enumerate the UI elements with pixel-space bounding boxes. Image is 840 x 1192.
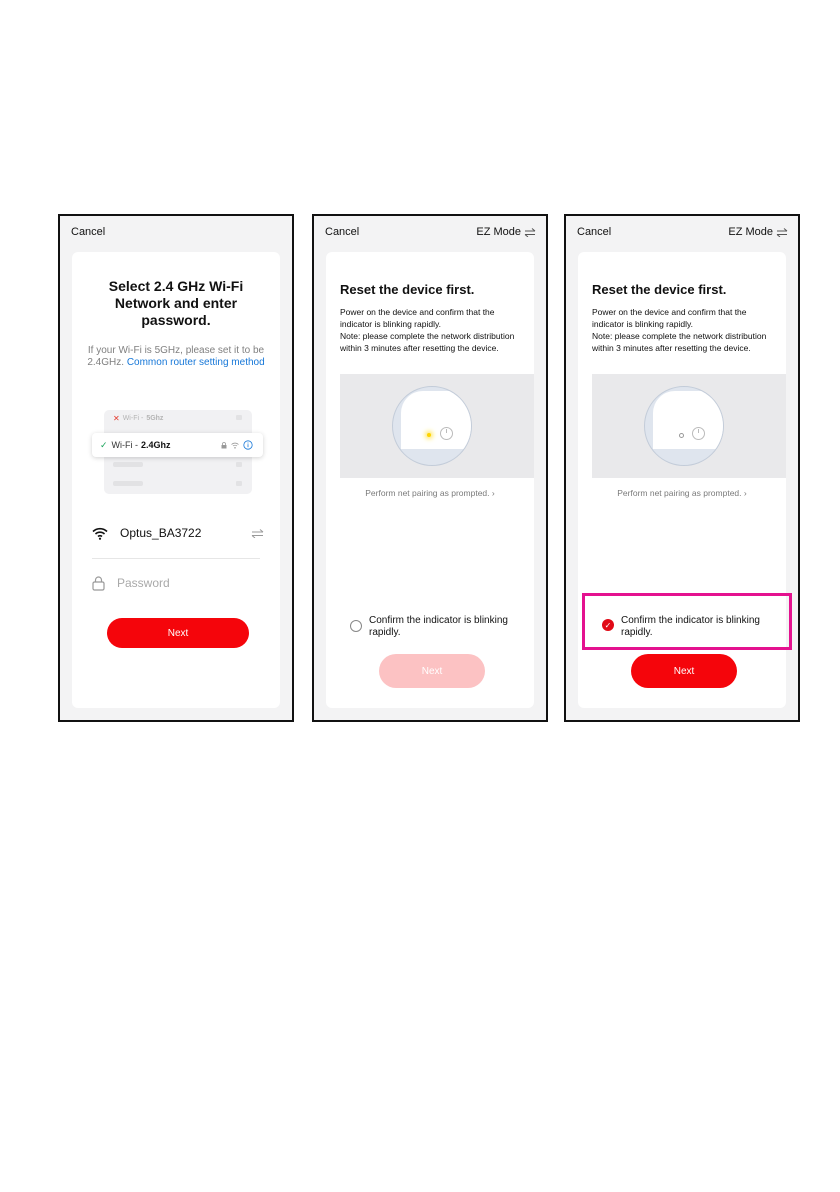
- device-illustration: [592, 374, 786, 478]
- prompt-text: Perform net pairing as prompted.: [365, 488, 490, 498]
- placeholder-bar: [113, 481, 143, 486]
- description-line-1: Power on the device and confirm that the…: [340, 307, 495, 329]
- device-illustration: [340, 374, 534, 478]
- description-line-2: Note: please complete the network distri…: [340, 331, 515, 353]
- page-title: Select 2.4 GHz Wi-Fi Network and enter p…: [108, 278, 244, 328]
- swap-icon: [776, 227, 788, 237]
- cancel-button[interactable]: Cancel: [325, 226, 359, 238]
- wifi-icon: [92, 527, 108, 540]
- placeholder-square: [236, 415, 242, 420]
- page-title: Reset the device first.: [340, 282, 475, 297]
- highlight-box: [582, 593, 792, 650]
- cancel-button[interactable]: Cancel: [71, 226, 105, 238]
- prompt-text: Perform net pairing as prompted.: [617, 488, 742, 498]
- reset-description: Power on the device and confirm that the…: [592, 306, 776, 354]
- indicator-light-off-icon: [679, 433, 684, 438]
- top-bar: Cancel: [71, 226, 282, 242]
- wifi-signal-icon: [231, 442, 239, 449]
- password-row: [92, 573, 264, 593]
- net-pairing-link[interactable]: Perform net pairing as prompted. ›: [578, 488, 786, 498]
- cross-icon: ✕: [113, 414, 120, 423]
- mode-switch[interactable]: EZ Mode: [728, 226, 788, 238]
- mode-label: EZ Mode: [476, 226, 521, 238]
- cancel-button[interactable]: Cancel: [577, 226, 611, 238]
- wifi-hint: If your Wi-Fi is 5GHz, please set it to …: [82, 345, 270, 369]
- wifi-5ghz-band: 5Ghz: [146, 415, 164, 422]
- wifi-24ghz-band: 2.4Ghz: [141, 440, 171, 450]
- password-input[interactable]: [115, 575, 259, 591]
- description-line-2: Note: please complete the network distri…: [592, 331, 767, 353]
- device-disc: [392, 386, 472, 466]
- top-bar: Cancel EZ Mode: [577, 226, 788, 242]
- ssid-row[interactable]: Optus_BA3722: [92, 523, 264, 543]
- wifi-24ghz-row: ✓ Wi-Fi - 2.4Ghz: [92, 433, 263, 457]
- next-button-disabled[interactable]: Next: [379, 654, 485, 688]
- device-face: [653, 391, 723, 449]
- device-disc: [644, 386, 724, 466]
- check-icon: ✓: [100, 439, 108, 450]
- wifi-5ghz-prefix: Wi-Fi -: [122, 415, 144, 422]
- lock-icon: [221, 441, 227, 448]
- wifi-5ghz-row: ✕ Wi-Fi - 5Ghz: [113, 414, 163, 423]
- wifi-24ghz-prefix: Wi-Fi -: [111, 440, 139, 450]
- phone-screen-wifi-select: Cancel Select 2.4 GHz Wi-Fi Network and …: [58, 214, 294, 722]
- next-button[interactable]: Next: [107, 618, 249, 648]
- unchecked-radio-icon[interactable]: [350, 620, 362, 632]
- net-pairing-link[interactable]: Perform net pairing as prompted. ›: [326, 488, 534, 498]
- placeholder-square: [236, 481, 242, 486]
- indicator-light-blinking-icon: [427, 433, 431, 437]
- confirm-label: Confirm the indicator is blinking rapidl…: [369, 615, 508, 638]
- page-title: Reset the device first.: [592, 282, 727, 297]
- chevron-right-icon: ›: [743, 488, 747, 498]
- info-icon: [243, 440, 253, 450]
- ssid-value: Optus_BA3722: [120, 526, 202, 540]
- next-button[interactable]: Next: [631, 654, 737, 688]
- content-card: Reset the device first. Power on the dev…: [326, 252, 534, 708]
- phone-screen-reset-unchecked: Cancel EZ Mode Reset the device first. P…: [312, 214, 548, 722]
- swap-icon: [524, 227, 536, 237]
- placeholder-bar: [113, 462, 143, 467]
- wifi-row-icons: [221, 440, 253, 450]
- divider: [92, 558, 260, 559]
- power-icon: [692, 427, 705, 440]
- mode-label: EZ Mode: [728, 226, 773, 238]
- content-card: Select 2.4 GHz Wi-Fi Network and enter p…: [72, 252, 280, 708]
- switch-network-icon[interactable]: [251, 528, 264, 538]
- router-setting-link[interactable]: Common router setting method: [127, 357, 265, 368]
- top-bar: Cancel EZ Mode: [325, 226, 536, 242]
- lock-icon: [92, 575, 105, 591]
- description-line-1: Power on the device and confirm that the…: [592, 307, 747, 329]
- power-icon: [440, 427, 453, 440]
- placeholder-square: [236, 462, 242, 467]
- chevron-right-icon: ›: [491, 488, 495, 498]
- reset-description: Power on the device and confirm that the…: [340, 306, 524, 354]
- confirm-checkbox-row[interactable]: Confirm the indicator is blinking rapidl…: [350, 615, 528, 641]
- device-face: [401, 391, 471, 449]
- mode-switch[interactable]: EZ Mode: [476, 226, 536, 238]
